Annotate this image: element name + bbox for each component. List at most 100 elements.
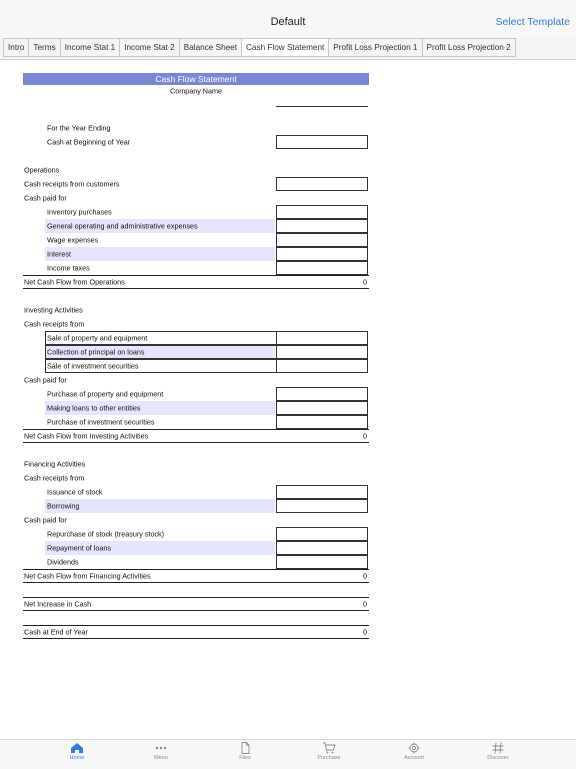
sheet-row: Sale of investment securities <box>23 359 369 373</box>
sheet-row: Company Name <box>23 85 369 107</box>
row-label: Financing Activities <box>24 459 86 469</box>
label-cell-border <box>45 359 277 373</box>
tab-income-stat-1[interactable]: Income Stat 1 <box>59 38 121 57</box>
row-label: Operations <box>24 165 60 175</box>
row-label: Interest <box>47 249 71 259</box>
file-icon <box>215 742 275 754</box>
row-label: Repayment of loans <box>47 543 111 553</box>
row-label: Cash receipts from <box>24 319 85 329</box>
sheet-row: Repurchase of stock (treasury stock) <box>23 527 369 541</box>
spacer-row <box>23 149 369 163</box>
value-input[interactable] <box>276 541 368 555</box>
total-row: Net Cash Flow from Operations 0 <box>23 275 369 289</box>
total-value: 0 <box>363 627 367 637</box>
row-label: Purchase of property and equipment <box>47 389 164 399</box>
spacer-row <box>23 583 369 597</box>
sheet-row: General operating and administrative exp… <box>23 219 369 233</box>
tab-balance-sheet[interactable]: Balance Sheet <box>178 38 243 57</box>
value-input[interactable] <box>276 219 368 233</box>
tab-terms[interactable]: Terms <box>28 38 61 57</box>
row-label: Dividends <box>47 557 79 567</box>
sheet-row: Cash receipts from customers <box>23 177 369 191</box>
row-label: Investing Activities <box>24 305 83 315</box>
total-value: 0 <box>363 431 367 441</box>
sheet-banner: Cash Flow Statement <box>23 73 369 85</box>
row-label: Income taxes <box>47 263 90 273</box>
tab-profit-loss-projection-1[interactable]: Profit Loss Projection 1 <box>328 38 423 57</box>
sheet-row: For the Year Ending <box>23 121 369 135</box>
navigation-bar: Default Select Template <box>0 0 576 38</box>
value-input[interactable] <box>276 135 368 149</box>
row-label: Net Increase in Cash <box>24 599 92 609</box>
bottom-tab-account[interactable]: Account <box>384 742 444 761</box>
value-input[interactable] <box>276 233 368 247</box>
sheet-row: Cash paid for <box>23 373 369 387</box>
bottom-tab-menu[interactable]: Menu <box>131 742 191 761</box>
tab-cash-flow-statement[interactable]: Cash Flow Statement <box>241 38 330 57</box>
row-label: Cash paid for <box>24 193 67 203</box>
value-input[interactable] <box>276 499 368 513</box>
sheet-row: Inventory purchases <box>23 205 369 219</box>
sheet-row: Wage expenses <box>23 233 369 247</box>
value-input[interactable] <box>276 345 368 359</box>
company-name-input[interactable] <box>276 96 368 107</box>
total-value: 0 <box>363 571 367 581</box>
label-cell-border <box>45 345 277 359</box>
tab-intro[interactable]: Intro <box>3 38 30 57</box>
row-label: Making loans to other entities <box>47 403 141 413</box>
bottom-tab-discover[interactable]: Discover <box>468 742 528 761</box>
select-template-button[interactable]: Select Template <box>495 16 570 28</box>
value-input[interactable] <box>276 331 368 345</box>
value-input[interactable] <box>276 415 368 429</box>
value-input[interactable] <box>276 359 368 373</box>
value-input[interactable] <box>276 527 368 541</box>
value-input[interactable] <box>276 205 368 219</box>
label-cell-border <box>45 331 277 345</box>
total-value: 0 <box>363 599 367 609</box>
value-input[interactable] <box>276 261 368 275</box>
sheet-row: Interest <box>23 247 369 261</box>
sheet-row: Collection of principal on loans <box>23 345 369 359</box>
row-label: Net Cash Flow from Financing Activities <box>24 571 151 581</box>
cash-flow-sheet: Cash Flow Statement Company Name For the … <box>23 73 369 639</box>
value-input[interactable] <box>276 485 368 499</box>
value-input[interactable] <box>276 247 368 261</box>
hash-icon <box>468 742 528 754</box>
value-input[interactable] <box>276 177 368 191</box>
row-highlight <box>45 247 275 261</box>
sheet-tab-bar: Intro Terms Income Stat 1 Income Stat 2 Bala… <box>0 38 576 60</box>
spacer-row <box>23 611 369 625</box>
total-row: Net Cash Flow from Investing Activities 0 <box>23 429 369 443</box>
tab-income-stat-2[interactable]: Income Stat 2 <box>119 38 180 57</box>
row-label: Cash at Beginning of Year <box>47 137 131 147</box>
sheet-row: Cash paid for <box>23 191 369 205</box>
total-row: Cash at End of Year 0 <box>23 625 369 639</box>
row-label: Cash paid for <box>24 375 67 385</box>
row-label: General operating and administrative exp… <box>47 221 198 231</box>
value-input[interactable] <box>276 555 368 569</box>
bottom-tab-home[interactable]: Home <box>47 742 107 761</box>
row-label: Net Cash Flow from Investing Activities <box>24 431 149 441</box>
value-input[interactable] <box>276 387 368 401</box>
bottom-tab-bar: Home Menu Files Purchase Account Discover <box>0 739 576 769</box>
gear-icon <box>384 742 444 754</box>
sheet-row: Cash at Beginning of Year <box>23 135 369 149</box>
row-label: Wage expenses <box>47 235 99 245</box>
row-label: Repurchase of stock (treasury stock) <box>47 529 165 539</box>
bottom-tab-label: Files <box>239 755 251 761</box>
tab-profit-loss-projection-2[interactable]: Profit Loss Projection 2 <box>421 38 516 57</box>
sheet-row: Investing Activities <box>23 303 369 317</box>
value-input[interactable] <box>276 401 368 415</box>
sheet-row: Purchase of property and equipment <box>23 387 369 401</box>
sheet-row: Cash receipts from <box>23 471 369 485</box>
sheet-rows: Company Name For the Year Ending Cash at B… <box>23 85 369 639</box>
row-label: Cash receipts from <box>24 473 85 483</box>
bottom-tab-files[interactable]: Files <box>215 742 275 761</box>
bottom-tab-purchase[interactable]: Purchase <box>299 742 359 761</box>
row-label: Cash paid for <box>24 515 67 525</box>
sheet-row: Issuance of stock <box>23 485 369 499</box>
dots-icon <box>131 742 191 754</box>
bottom-tab-label: Account <box>404 755 424 761</box>
sheet-row: Cash receipts from <box>23 317 369 331</box>
total-row: Net Cash Flow from Financing Activities 0 <box>23 569 369 583</box>
